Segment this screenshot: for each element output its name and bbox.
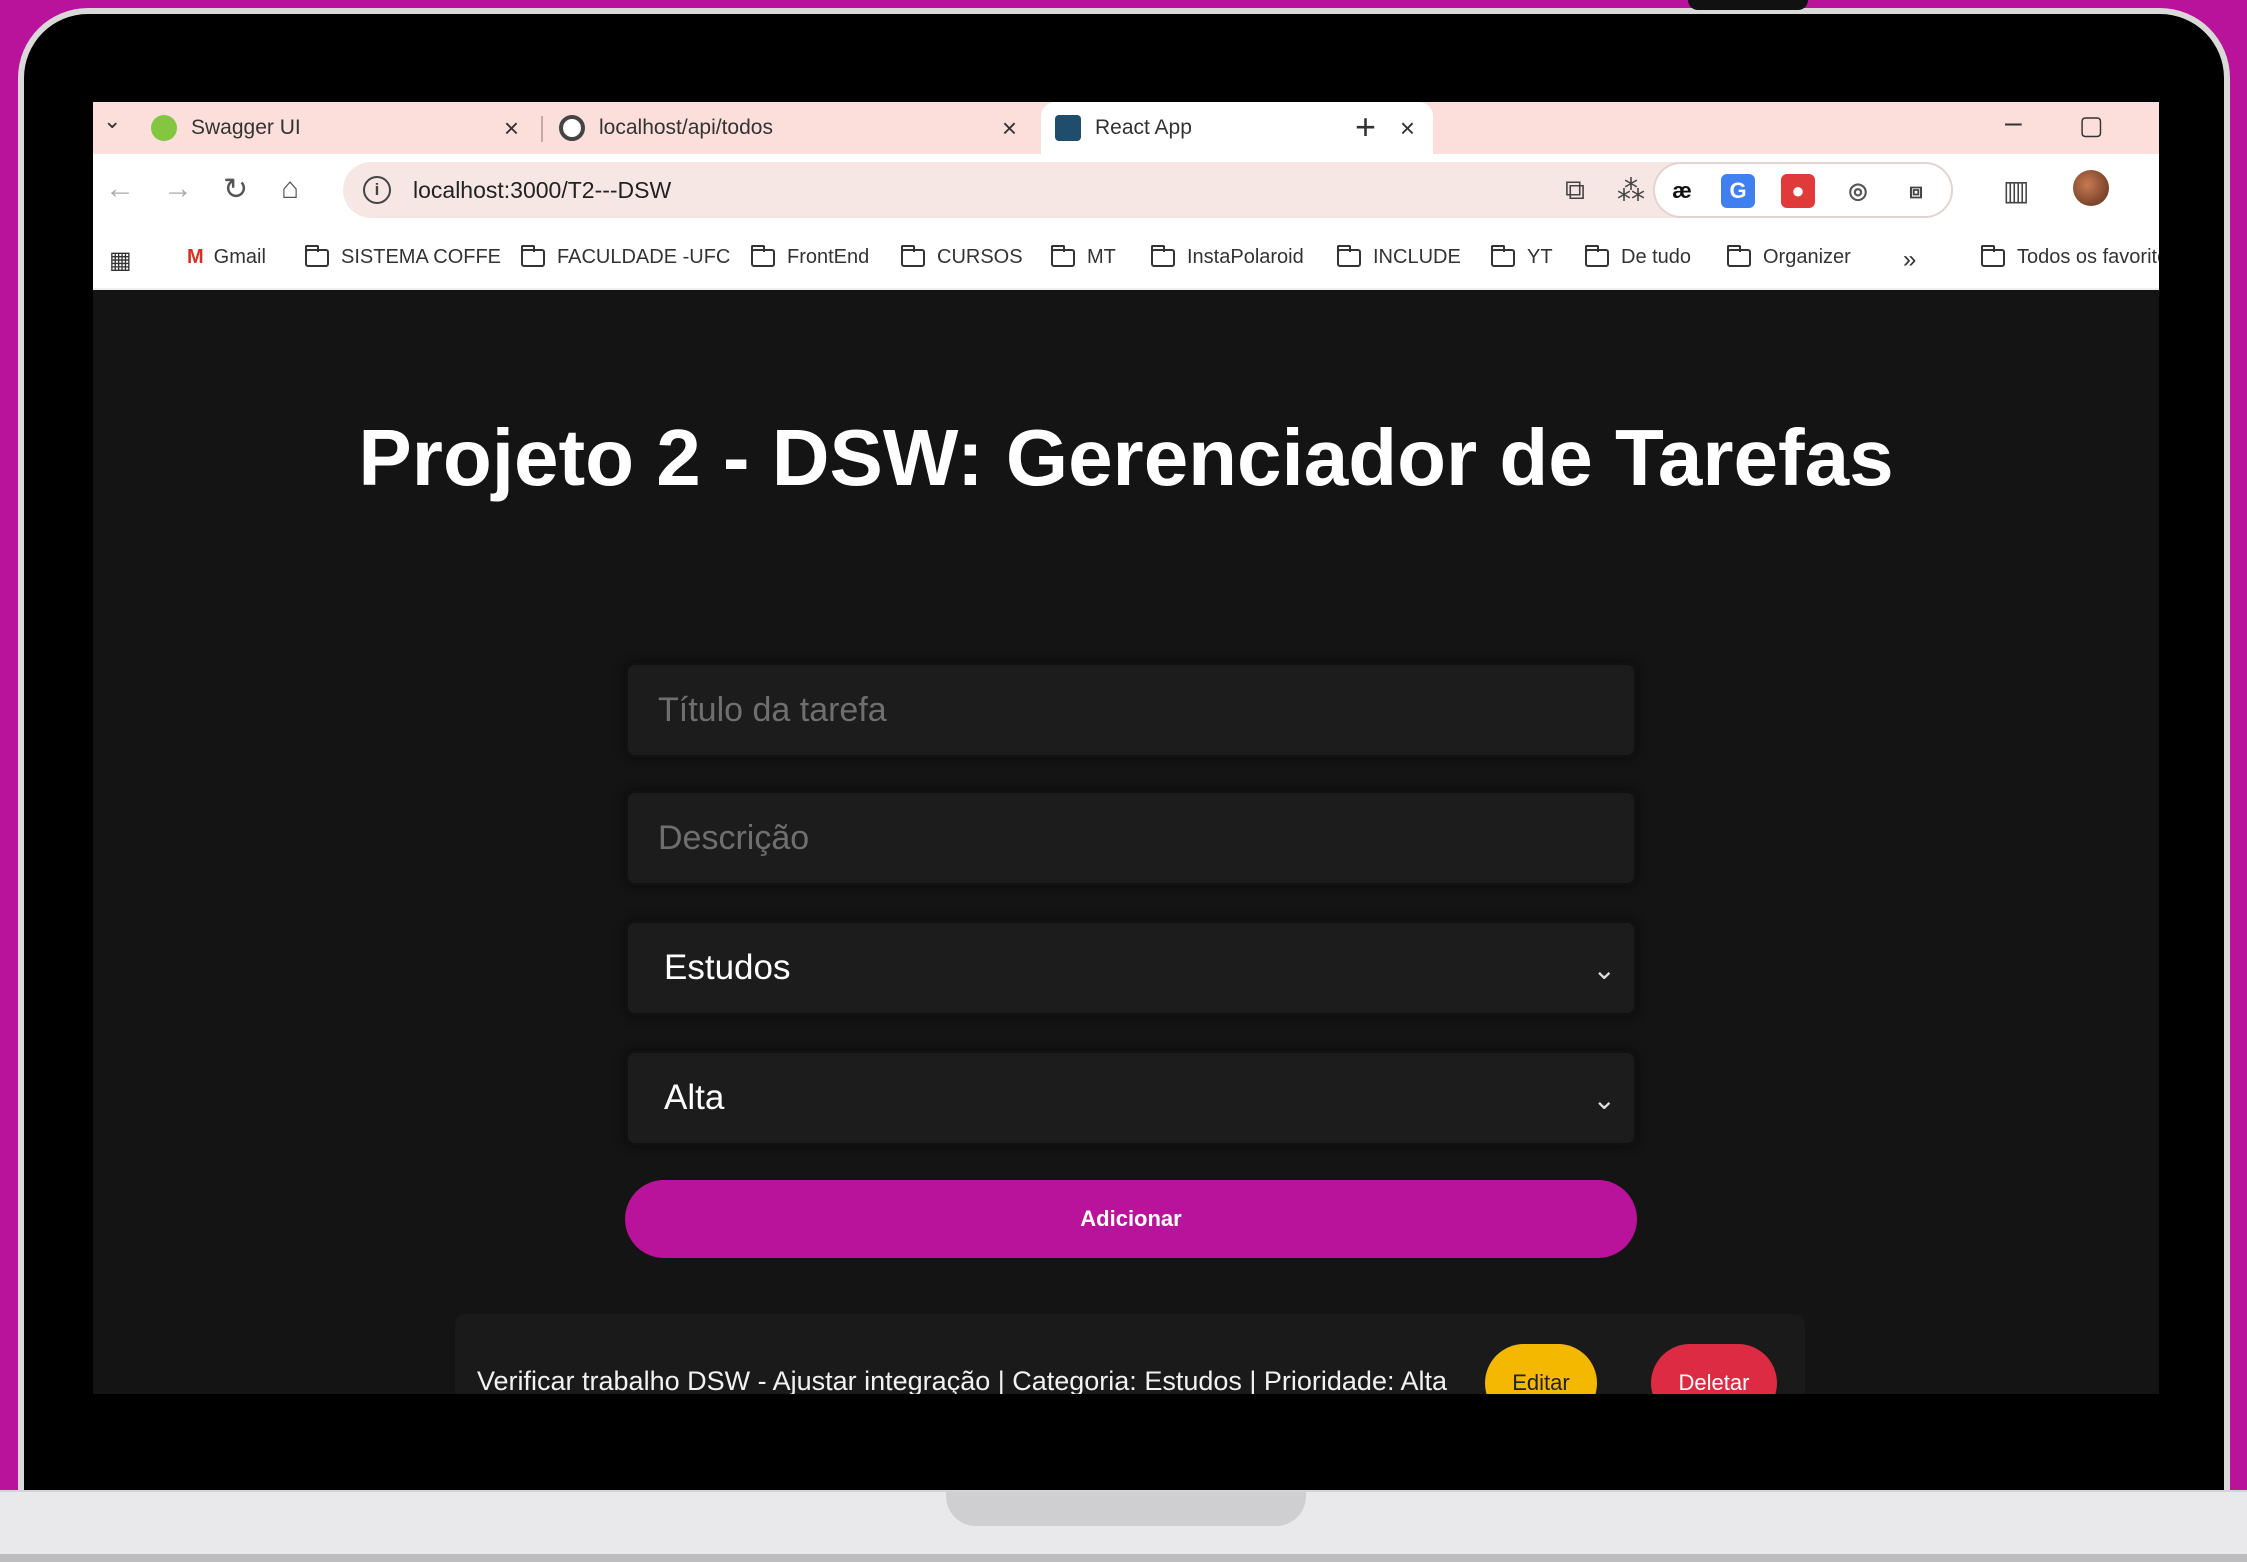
tab-title: Swagger UI bbox=[191, 116, 301, 139]
camera-icon[interactable]: ◎ bbox=[1841, 174, 1875, 208]
bookmark-folder[interactable]: FACULDADE -UFC bbox=[521, 244, 731, 269]
bookmark-folder[interactable]: SISTEMA COFFE bbox=[305, 244, 502, 269]
tab-title: React App bbox=[1095, 116, 1192, 139]
chevron-down-icon: ⌄ bbox=[1592, 954, 1616, 985]
apps-grid-icon[interactable]: ▦ bbox=[109, 246, 132, 275]
bookmark-folder[interactable]: Organizer bbox=[1727, 244, 1851, 269]
bookmark-folder[interactable]: MT bbox=[1051, 244, 1116, 269]
close-tab-icon[interactable]: × bbox=[1002, 113, 1017, 144]
bookmark-label: YT bbox=[1527, 246, 1553, 268]
task-title-input[interactable]: Título da tarefa bbox=[625, 662, 1637, 758]
site-info-icon[interactable]: i bbox=[363, 176, 391, 204]
folder-icon bbox=[1727, 244, 1751, 267]
globe-icon bbox=[559, 115, 585, 141]
task-item: Verificar trabalho DSW - Ajustar integra… bbox=[455, 1314, 1805, 1394]
priority-select[interactable]: Alta ⌄ bbox=[625, 1050, 1637, 1146]
swagger-favicon-icon bbox=[151, 115, 177, 141]
chevron-down-icon: ⌄ bbox=[1592, 1084, 1616, 1115]
bookmark-label: InstaPolaroid bbox=[1187, 246, 1304, 268]
close-tab-icon[interactable]: × bbox=[504, 113, 519, 144]
extensions-puzzle-icon[interactable]: ⧈ bbox=[1899, 174, 1933, 208]
tab-search-icon[interactable]: ⌄ bbox=[103, 108, 121, 134]
minimize-icon[interactable]: – bbox=[2005, 106, 2022, 140]
edit-task-button[interactable]: Editar bbox=[1485, 1344, 1597, 1394]
task-description: Verificar trabalho DSW - Ajustar integra… bbox=[477, 1366, 1447, 1394]
category-select[interactable]: Estudos ⌄ bbox=[625, 920, 1637, 1016]
bookmark-folder[interactable]: InstaPolaroid bbox=[1151, 244, 1304, 269]
extensions-group: æ G ● ◎ ⧈ bbox=[1653, 162, 1953, 218]
bookmark-label: CURSOS bbox=[937, 246, 1023, 268]
new-tab-button[interactable]: + bbox=[1355, 106, 1376, 148]
web-page: Projeto 2 - DSW: Gerenciador de Tarefas … bbox=[93, 290, 2159, 1394]
react-favicon-icon bbox=[1055, 115, 1081, 141]
ae-extension-icon[interactable]: æ bbox=[1665, 174, 1699, 208]
folder-icon bbox=[1151, 244, 1175, 267]
bookmark-label: Gmail bbox=[213, 246, 266, 268]
laptop-base-lip bbox=[0, 1554, 2247, 1562]
tab-bar: ⌄ Swagger UI × localhost/api/todos × Rea… bbox=[93, 102, 2159, 154]
forward-arrow-icon[interactable]: → bbox=[163, 172, 193, 206]
browser-toolbar: ← → ↻ ⌂ i localhost:3000/T2---DSW ⧉ ⁂ ☆ … bbox=[93, 154, 2159, 226]
bookmark-label: Organizer bbox=[1763, 246, 1851, 268]
translate-extension-icon[interactable]: G bbox=[1721, 174, 1755, 208]
translate-icon[interactable]: ⁂ bbox=[1617, 174, 1645, 207]
laptop-base bbox=[0, 1490, 2247, 1562]
gmail-icon: M bbox=[187, 246, 204, 268]
folder-icon bbox=[1585, 244, 1609, 267]
bookmark-label: MT bbox=[1087, 246, 1116, 268]
install-app-icon[interactable]: ⧉ bbox=[1565, 174, 1585, 207]
browser-window: ⌄ Swagger UI × localhost/api/todos × Rea… bbox=[93, 102, 2159, 1394]
task-description-input[interactable]: Descrição bbox=[625, 790, 1637, 886]
folder-icon bbox=[521, 244, 545, 267]
bookmark-folder[interactable]: YT bbox=[1491, 244, 1553, 269]
tab-api-todos[interactable]: localhost/api/todos × bbox=[545, 102, 1035, 154]
folder-icon bbox=[1491, 244, 1515, 267]
folder-icon bbox=[1981, 244, 2005, 267]
bookmark-folder[interactable]: CURSOS bbox=[901, 244, 1023, 269]
bookmarks-bar: ▦ M Gmail SISTEMA COFFE FACULDADE -UFC F… bbox=[93, 226, 2159, 290]
url-text[interactable]: localhost:3000/T2---DSW bbox=[413, 177, 671, 204]
category-selected-value: Estudos bbox=[664, 948, 791, 987]
bookmark-label: FrontEnd bbox=[787, 246, 870, 268]
address-bar[interactable]: i localhost:3000/T2---DSW ⧉ ⁂ ☆ bbox=[343, 162, 1733, 218]
folder-icon bbox=[305, 244, 329, 267]
back-arrow-icon[interactable]: ← bbox=[105, 172, 135, 206]
folder-icon bbox=[1337, 244, 1361, 267]
bookmark-label: FACULDADE -UFC bbox=[557, 246, 731, 268]
page-title: Projeto 2 - DSW: Gerenciador de Tarefas bbox=[358, 413, 1894, 502]
folder-icon bbox=[751, 244, 775, 267]
tab-swagger-ui[interactable]: Swagger UI × bbox=[137, 102, 537, 154]
bookmarks-overflow-button[interactable]: » bbox=[1903, 246, 1916, 274]
bookmark-all-folder[interactable]: Todos os favoritos bbox=[1981, 244, 2159, 269]
screen-capture-extension-icon[interactable]: ● bbox=[1781, 174, 1815, 208]
bookmark-folder[interactable]: FrontEnd bbox=[751, 244, 870, 269]
bookmark-gmail[interactable]: M Gmail bbox=[187, 246, 266, 269]
reload-icon[interactable]: ↻ bbox=[223, 172, 248, 207]
tab-separator bbox=[541, 116, 543, 142]
bookmark-folder[interactable]: De tudo bbox=[1585, 244, 1692, 269]
side-panel-icon[interactable]: ▥ bbox=[2003, 174, 2029, 207]
bookmark-label: De tudo bbox=[1621, 246, 1692, 268]
folder-icon bbox=[1051, 244, 1075, 267]
tab-title: localhost/api/todos bbox=[599, 116, 773, 139]
folder-icon bbox=[901, 244, 925, 267]
delete-task-button[interactable]: Deletar bbox=[1651, 1344, 1777, 1394]
camera-notch bbox=[1688, 0, 1808, 10]
bookmark-folder[interactable]: INCLUDE bbox=[1337, 244, 1461, 269]
home-icon[interactable]: ⌂ bbox=[281, 172, 299, 206]
maximize-icon[interactable]: ▢ bbox=[2079, 110, 2104, 141]
bookmark-label: Todos os favoritos bbox=[2017, 246, 2159, 268]
priority-selected-value: Alta bbox=[664, 1078, 725, 1117]
laptop-base-notch bbox=[946, 1492, 1306, 1526]
profile-avatar[interactable] bbox=[2073, 170, 2109, 206]
close-tab-icon[interactable]: × bbox=[1400, 113, 1415, 144]
add-task-button[interactable]: Adicionar bbox=[625, 1180, 1637, 1258]
bookmark-label: SISTEMA COFFE bbox=[341, 246, 502, 268]
bookmark-label: INCLUDE bbox=[1373, 246, 1461, 268]
